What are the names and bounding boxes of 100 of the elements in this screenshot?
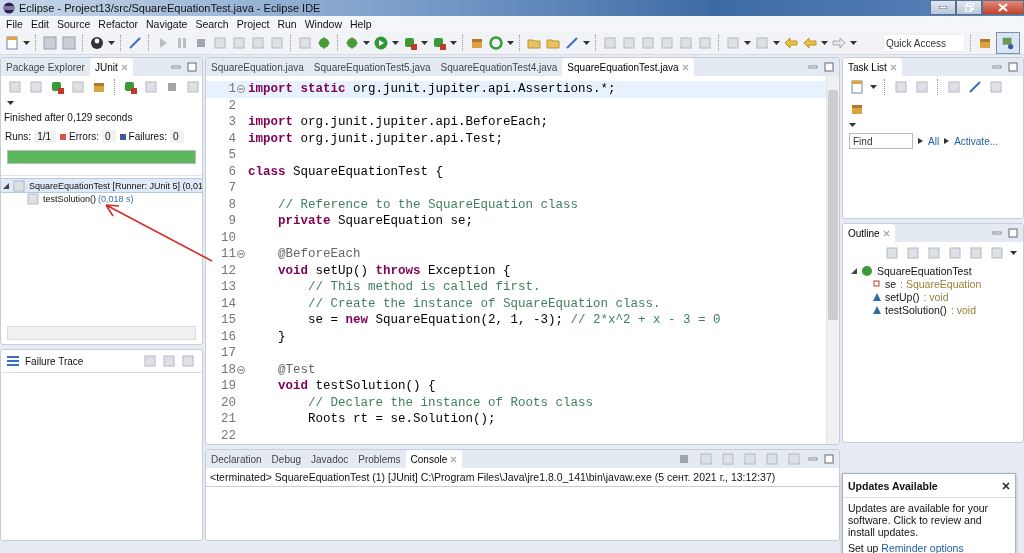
view-tab[interactable]: JUnit — [89, 58, 133, 76]
editor-tab[interactable]: SquareEquationTest5.java — [308, 58, 436, 76]
toolbar-icon[interactable] — [640, 35, 656, 51]
menu-item[interactable]: Window — [300, 18, 347, 30]
toolbar-icon[interactable] — [231, 35, 247, 51]
expanded-icon[interactable] — [3, 182, 9, 189]
menu-item[interactable]: Edit — [26, 18, 53, 30]
minimize-icon[interactable] — [992, 63, 1002, 71]
caret-icon[interactable] — [392, 41, 399, 45]
new-file-icon[interactable] — [849, 79, 865, 95]
toolbar-icon[interactable] — [185, 79, 201, 95]
toolbar-icon[interactable] — [946, 79, 962, 95]
outline-item[interactable]: SquareEquationTest — [843, 264, 1023, 277]
caret-icon[interactable] — [23, 41, 30, 45]
toolbar-icon[interactable] — [678, 35, 694, 51]
view-tab[interactable]: Problems — [353, 450, 406, 468]
menu-item[interactable]: File — [2, 18, 27, 30]
minimize-icon[interactable] — [939, 6, 947, 9]
caret-icon[interactable] — [363, 41, 370, 45]
toolbar-icon[interactable] — [720, 451, 736, 467]
view-tab[interactable]: Debug — [266, 450, 307, 468]
find-field[interactable]: Find — [849, 133, 913, 149]
toolbar-icon[interactable] — [884, 245, 900, 261]
toolbar-icon[interactable] — [697, 35, 713, 51]
view-tab[interactable]: Outline — [843, 224, 895, 242]
link[interactable]: All — [928, 135, 940, 147]
outline-item[interactable]: se : SquareEquation — [843, 277, 1023, 290]
pen-icon[interactable] — [564, 35, 580, 51]
maximize-icon[interactable] — [187, 62, 197, 72]
outline-item[interactable]: testSolution() : void — [843, 303, 1023, 316]
close-icon[interactable] — [120, 63, 128, 71]
vertical-scrollbar[interactable] — [826, 76, 839, 444]
close-icon[interactable] — [882, 229, 890, 237]
coverage-icon[interactable] — [402, 35, 418, 51]
toolbar-icon[interactable] — [269, 35, 285, 51]
editor-tab[interactable]: SquareEquationTest.java — [562, 58, 694, 76]
expanded-icon[interactable] — [851, 267, 857, 274]
toolbar-icon[interactable] — [142, 353, 158, 369]
caret-icon[interactable] — [821, 41, 828, 45]
toolbar-icon[interactable] — [7, 79, 23, 95]
toolbar-icon[interactable] — [947, 245, 963, 261]
outline-item[interactable]: setUp() : void — [843, 290, 1023, 303]
editor-tab[interactable]: SquareEquationTest4.java — [435, 58, 563, 76]
toolbar-icon[interactable] — [212, 35, 228, 51]
toolbar-icon[interactable] — [698, 451, 714, 467]
minimize-icon[interactable] — [171, 63, 181, 71]
toolbar-icon[interactable] — [968, 245, 984, 261]
toolbar-icon[interactable] — [659, 35, 675, 51]
caret-icon[interactable] — [450, 41, 457, 45]
toolbar-icon[interactable] — [28, 79, 44, 95]
minimize-icon[interactable] — [808, 63, 818, 71]
toolbar-icon[interactable] — [988, 79, 1004, 95]
caret-icon[interactable] — [7, 101, 14, 105]
toolbar-icon[interactable] — [70, 79, 86, 95]
minimize-icon[interactable] — [992, 229, 1002, 237]
editor-tab[interactable]: SquareEquation.java — [206, 58, 309, 76]
menu-item[interactable]: Source — [53, 18, 95, 30]
close-icon[interactable] — [681, 63, 689, 71]
toolbar-icon[interactable] — [602, 35, 618, 51]
toolbar-icon[interactable] — [989, 245, 1005, 261]
toolbar-icon[interactable] — [297, 35, 313, 51]
coverage-icon[interactable] — [49, 79, 65, 95]
menu-item[interactable]: Run — [273, 18, 301, 30]
view-tab[interactable]: Javadoc — [306, 450, 354, 468]
fold-icon[interactable] — [237, 365, 245, 374]
toolbar-icon[interactable] — [143, 79, 159, 95]
coverage-icon[interactable] — [431, 35, 447, 51]
close-icon[interactable] — [889, 63, 897, 71]
menu-item[interactable]: Help — [346, 18, 376, 30]
minimize-button[interactable] — [930, 0, 956, 15]
coverage-icon[interactable] — [122, 79, 138, 95]
caret-icon[interactable] — [507, 41, 514, 45]
minimize-icon[interactable] — [808, 455, 818, 463]
menu-item[interactable]: Refactor — [94, 18, 142, 30]
toolbar-icon[interactable] — [893, 79, 909, 95]
fold-icon[interactable] — [237, 250, 245, 259]
toolbar-icon[interactable] — [764, 451, 780, 467]
caret-icon[interactable] — [849, 123, 856, 127]
caret-icon[interactable] — [108, 41, 115, 45]
menu-item[interactable]: Search — [191, 18, 233, 30]
toolbar-icon[interactable] — [180, 353, 196, 369]
menu-item[interactable]: Navigate — [142, 18, 192, 30]
perspective-button[interactable] — [996, 32, 1020, 54]
caret-icon[interactable] — [850, 41, 857, 45]
link[interactable]: Activate... — [954, 135, 999, 147]
maximize-icon[interactable] — [824, 62, 834, 72]
toolbar-icon[interactable] — [786, 451, 802, 467]
toolbar-icon[interactable] — [926, 245, 942, 261]
run-icon[interactable] — [373, 35, 389, 51]
fold-icon[interactable] — [237, 85, 245, 94]
restore-button[interactable] — [956, 0, 982, 15]
toolbar-icon[interactable] — [742, 451, 758, 467]
view-tab[interactable]: Package Explorer — [1, 58, 90, 76]
maximize-icon[interactable] — [1008, 228, 1018, 238]
menu-item[interactable]: Project — [232, 18, 274, 30]
caret-icon[interactable] — [421, 41, 428, 45]
maximize-icon[interactable] — [1008, 62, 1018, 72]
quick-access-field[interactable]: Quick Access — [883, 34, 965, 52]
caret-icon[interactable] — [744, 41, 751, 45]
caret-icon[interactable] — [773, 41, 780, 45]
